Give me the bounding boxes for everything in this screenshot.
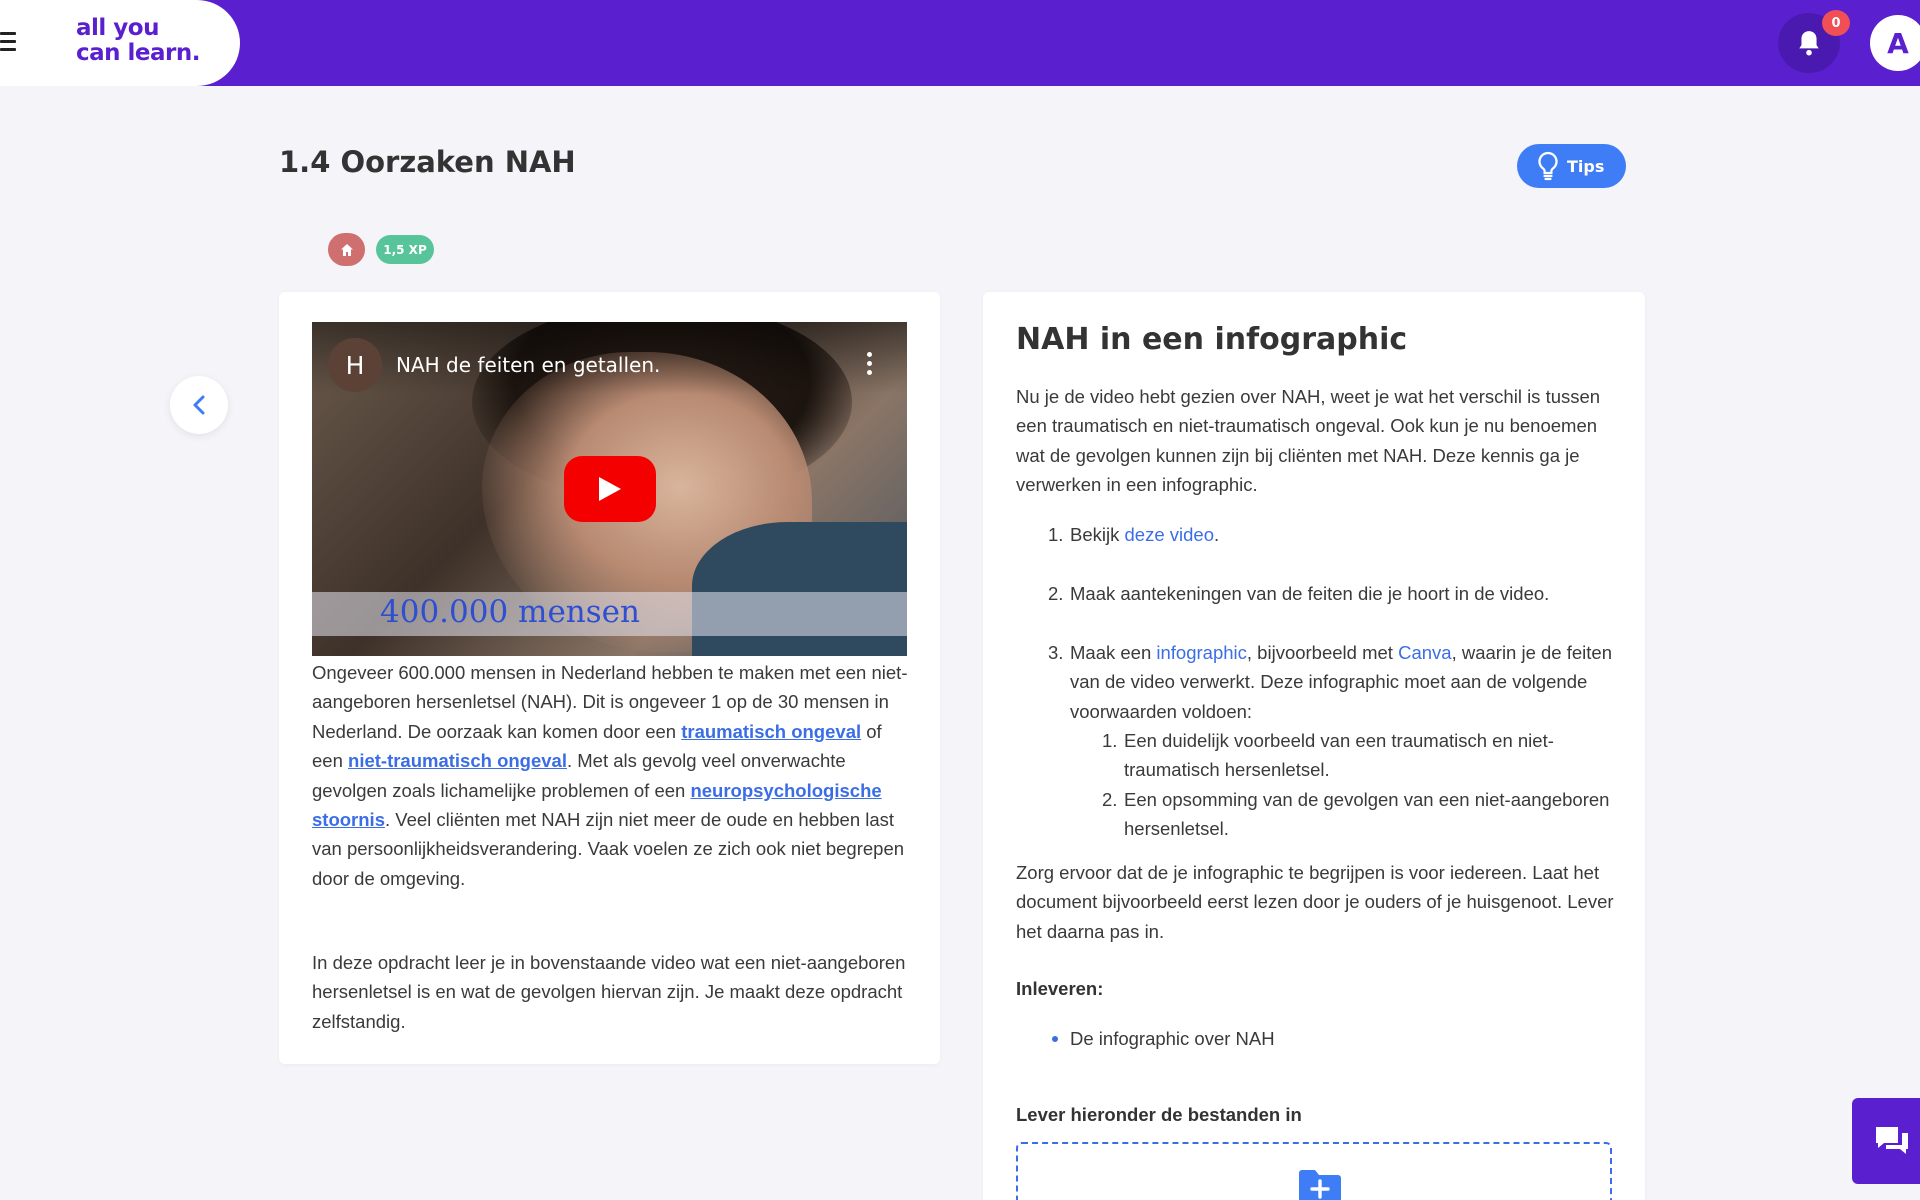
step-number: 1. [1048,524,1064,545]
more-vertical-icon[interactable] [859,352,879,380]
xp-badge: 1,5 XP [376,235,434,264]
intro-text-4: . Veel cliënten met NAH zijn niet meer d… [312,809,905,889]
tips-button[interactable]: Tips [1517,144,1626,188]
logo-line-2: can learn. [76,40,201,66]
top-navigation-bar [0,0,1920,86]
logo-line-1: all you [76,15,159,41]
link-infographic[interactable]: infographic [1156,642,1247,663]
chat-icon [1876,1127,1908,1154]
bullet-dot [1052,1036,1058,1042]
step-text: Maak aantekeningen van de feiten die je … [1070,583,1550,604]
deliverable-text: De infographic over NAH [1070,1028,1275,1049]
step-number: 3. [1048,642,1064,663]
video-caption: 400.000 mensen [380,594,640,630]
home-icon [340,243,353,256]
step-text-end: . [1213,524,1220,545]
menu-icon[interactable] [0,26,18,56]
step-number: 2. [1048,583,1064,604]
video-title[interactable]: NAH de feiten en getallen. [396,353,660,377]
file-upload-dropzone[interactable] [1016,1142,1612,1200]
previous-button[interactable] [170,376,228,434]
link-traumatisch-ongeval[interactable]: traumatisch ongeval [681,721,861,742]
folder-plus-icon [1299,1170,1341,1200]
intro-card: 400.000 mensen H NAH de feiten en getall… [279,292,940,1064]
chevron-left-icon [193,395,205,415]
play-icon [599,477,621,501]
assignment-paragraph: In deze opdracht leer je in bovenstaande… [312,952,906,1032]
upload-heading: Lever hieronder de bestanden in [1016,1104,1302,1125]
bell-icon [1799,31,1819,56]
sub-number: 1. [1102,730,1118,751]
infographic-intro: Nu je de video hebt gezien over NAH, wee… [1016,386,1601,496]
logo[interactable]: all you can learn. [76,15,201,66]
page-title: 1.4 Oorzaken NAH [279,145,576,179]
video-player[interactable]: 400.000 mensen H NAH de feiten en getall… [312,322,907,656]
chat-button[interactable] [1852,1098,1920,1184]
intro-paragraph: Ongeveer 600.000 mensen in Nederland heb… [312,658,912,893]
sub-text: Een opsomming van de gevolgen van een ni… [1124,789,1610,840]
step-text: Bekijk [1070,524,1125,545]
card-title: NAH in een infographic [1016,322,1408,357]
user-avatar[interactable]: A [1870,15,1920,71]
closing-paragraph: Zorg ervoor dat de je infographic te beg… [1016,862,1614,942]
inleveren-heading: Inleveren: [1016,978,1104,999]
lightbulb-icon [1538,151,1558,181]
infographic-card: NAH in een infographic Nu je de video he… [983,292,1645,1200]
link-canva[interactable]: Canva [1398,642,1451,663]
notification-count-badge: 0 [1822,10,1850,36]
sub-number: 2. [1102,789,1118,810]
tips-label: Tips [1567,156,1605,176]
sub-text: Een duidelijk voorbeeld van een traumati… [1124,730,1554,781]
channel-avatar[interactable]: H [328,338,382,392]
home-chip [328,233,365,266]
link-deze-video[interactable]: deze video [1125,524,1214,545]
step-text: Maak een [1070,642,1157,663]
step-text-mid: , bijvoorbeeld met [1246,642,1399,663]
play-button[interactable] [564,456,656,522]
link-niet-traumatisch-ongeval[interactable]: niet-traumatisch ongeval [348,750,567,771]
